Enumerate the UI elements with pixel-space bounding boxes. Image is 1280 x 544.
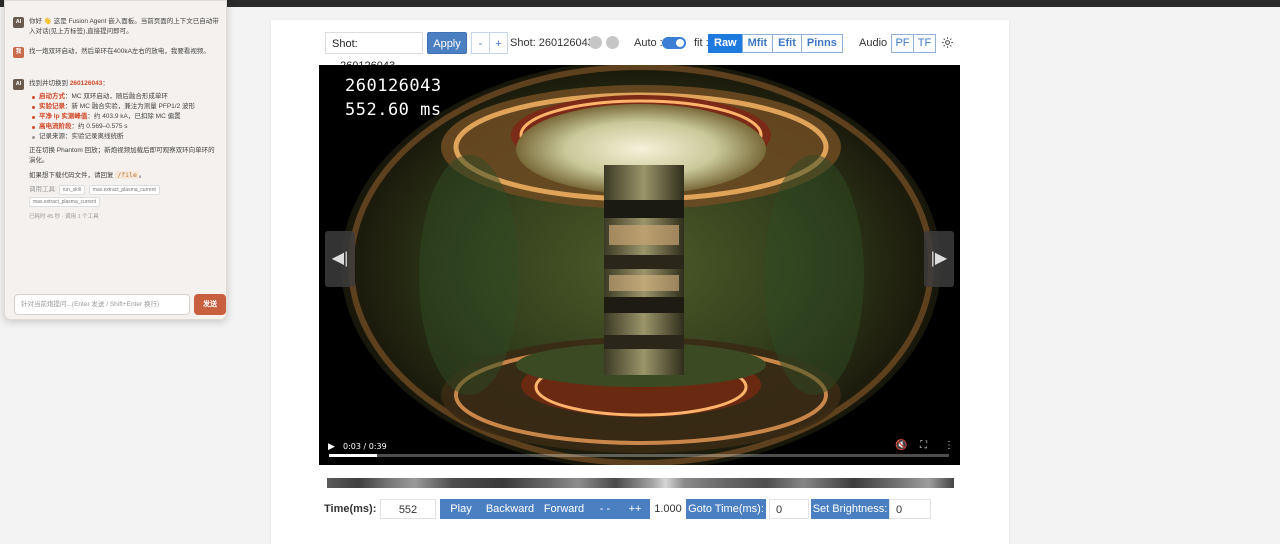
audio-tf-button[interactable]: TF (913, 34, 936, 53)
tool-calls: 调用工具: run_skill mas.extract_plasma_curre… (29, 184, 219, 208)
speed-value: 1.000 (654, 503, 682, 515)
chat-message-text: 找一炮双环启动，然后单环在400kA左右的放电，我要看视频。 (29, 48, 210, 55)
ai-avatar: AI (13, 17, 24, 28)
shot-display: Shot: 260126043 (510, 37, 594, 49)
list-item: 启动方式：MC 双环启动，随后融合形成单环 (29, 92, 219, 102)
fit-selector: Raw Mfit Efit Pinns (708, 34, 843, 53)
chat-message-ai-1: AI 你好 👋 这是 Fusion Agent 嵌入面板。当前页面的上下文已自动… (13, 17, 219, 37)
shot-input-group: Shot: 260126043 (325, 32, 423, 72)
list-item: 平净 Ip 实测峰值：约 403.9 kA，已扣除 MC 偏置 (29, 112, 219, 122)
fit-label: fit : (694, 37, 709, 49)
shot-label: Shot: (332, 38, 358, 50)
frame-timeline-strip[interactable] (327, 478, 954, 488)
auto-label: Auto : (634, 37, 663, 49)
video-progress-track[interactable] (329, 454, 949, 457)
ai-avatar: AI (13, 79, 24, 90)
reply-paragraph: 如果想下载代码文件，请回复 /file。 (29, 171, 146, 179)
chat-message-ai-2: AI 找到并切换到 260126043： 启动方式：MC 双环启动，随后融合形成… (13, 79, 219, 222)
prev-frame-icon[interactable]: ◀| (325, 231, 355, 287)
more-options-icon[interactable]: ⋮ (944, 440, 954, 451)
agent-chat-panel: AI 你好 👋 这是 Fusion Agent 嵌入面板。当前页面的上下文已自动… (4, 0, 227, 320)
forward-button[interactable]: Forward (538, 499, 590, 519)
tool-tag[interactable]: mas.extract_plasma_current (88, 185, 160, 195)
shot-decrement-button[interactable]: - (471, 32, 490, 54)
time-input[interactable]: 552 (380, 499, 436, 519)
send-button[interactable]: 发送 (194, 294, 226, 315)
status-dot-2 (606, 36, 619, 49)
overlay-shot-number: 260126043 (345, 76, 442, 96)
chat-footer: 已耗时 45 秒 · 调用 1 个工具 (29, 214, 99, 220)
faster-button[interactable]: ++ (620, 499, 650, 519)
reply-bullet-list: 启动方式：MC 双环启动，随后融合形成单环 实验记录：新 MC 融合实验，兼注为… (29, 92, 219, 142)
time-label: Time(ms): (324, 503, 377, 515)
tools-prefix: 调用工具: (29, 186, 57, 193)
plasma-camera-frame (319, 65, 960, 465)
audio-label: Audio : (859, 37, 894, 49)
overlay-time: 552.60 ms (345, 100, 442, 120)
goto-time-input[interactable]: 0 (769, 499, 809, 519)
chat-input[interactable]: 针对当前炮提问...(Enter 发送 / Shift+Enter 换行) (14, 294, 190, 315)
reply-suffix: ： (102, 80, 109, 87)
play-icon[interactable]: ▶ (328, 441, 335, 452)
next-frame-icon[interactable]: |▶ (924, 231, 954, 287)
reply-shot-number[interactable]: 260126043 (70, 80, 103, 87)
fit-efit-button[interactable]: Efit (772, 34, 802, 53)
slower-button[interactable]: - - (590, 499, 620, 519)
shot-controls: Shot: 260126043 Apply - + Shot: 26012604… (325, 32, 985, 72)
fit-mfit-button[interactable]: Mfit (741, 34, 774, 53)
user-avatar: 我 (13, 47, 24, 58)
gear-icon[interactable] (941, 32, 955, 54)
fit-pinns-button[interactable]: Pinns (800, 34, 843, 53)
chat-message-text: 你好 👋 这是 Fusion Agent 嵌入面板。当前页面的上下文已自动带入对… (29, 18, 219, 35)
fullscreen-icon[interactable]: ⛶ (920, 440, 927, 451)
backward-button[interactable]: Backward (482, 499, 538, 519)
inline-code: /file (115, 171, 139, 179)
audio-pf-button[interactable]: PF (891, 34, 914, 53)
set-brightness-button[interactable]: Set Brightness: (811, 499, 889, 519)
play-button[interactable]: Play (440, 499, 482, 519)
status-dot-1 (589, 36, 602, 49)
list-item: 实验记录：新 MC 融合实验，兼注为测量 PFP1/2 波形 (29, 102, 219, 112)
mute-icon[interactable]: 🔇 (895, 440, 907, 451)
list-item: 记录来源：实验记录离线统断 (29, 132, 219, 142)
playback-controls: Time(ms): 552 Play Backward Forward - - … (320, 499, 960, 519)
video-time-display: 0:03 / 0:39 (343, 442, 387, 451)
chat-message-user: 我 找一炮双环启动，然后单环在400kA左右的放电，我要看视频。 (13, 47, 219, 58)
reply-prefix: 找到并切换到 (29, 80, 70, 87)
tool-tag[interactable]: mas.extract_plasma_current (29, 197, 101, 207)
shot-increment-button[interactable]: + (489, 32, 508, 54)
brightness-input[interactable]: 0 (889, 499, 931, 519)
video-player[interactable]: 260126043 552.60 ms ◀| |▶ ▶ 0:03 / 0:39 … (319, 65, 960, 465)
list-item: 高电流阶段：约 0.569–0.575 s (29, 122, 219, 132)
video-controls: ▶ 0:03 / 0:39 🔇 ⛶ ⋮ (319, 435, 960, 465)
goto-time-button[interactable]: Goto Time(ms): (686, 499, 766, 519)
reply-paragraph: 正在切换 Phantom 回放；新炮视频加载后即可观察双环向单环的演化。 (29, 147, 215, 164)
tool-tag[interactable]: run_skill (58, 185, 85, 195)
apply-button[interactable]: Apply (427, 32, 467, 54)
video-progress-fill (329, 454, 377, 457)
fit-raw-button[interactable]: Raw (708, 34, 743, 53)
auto-toggle[interactable] (662, 37, 686, 49)
